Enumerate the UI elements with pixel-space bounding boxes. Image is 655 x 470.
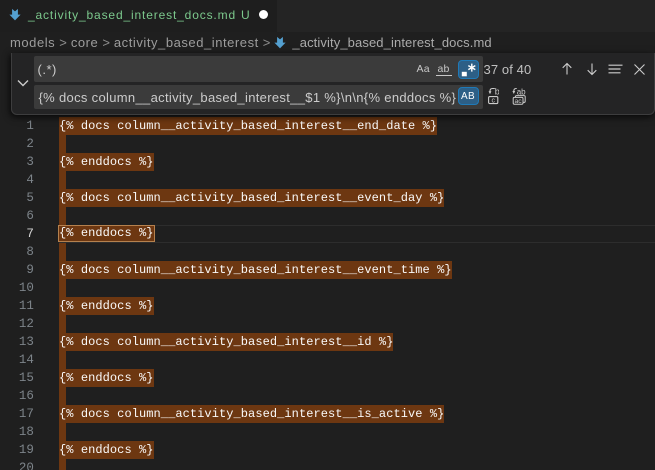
svg-text:b: b	[495, 87, 499, 97]
svg-text:ab: ab	[517, 87, 526, 96]
svg-text:c: c	[491, 98, 495, 105]
svg-text:ac: ac	[515, 98, 523, 105]
